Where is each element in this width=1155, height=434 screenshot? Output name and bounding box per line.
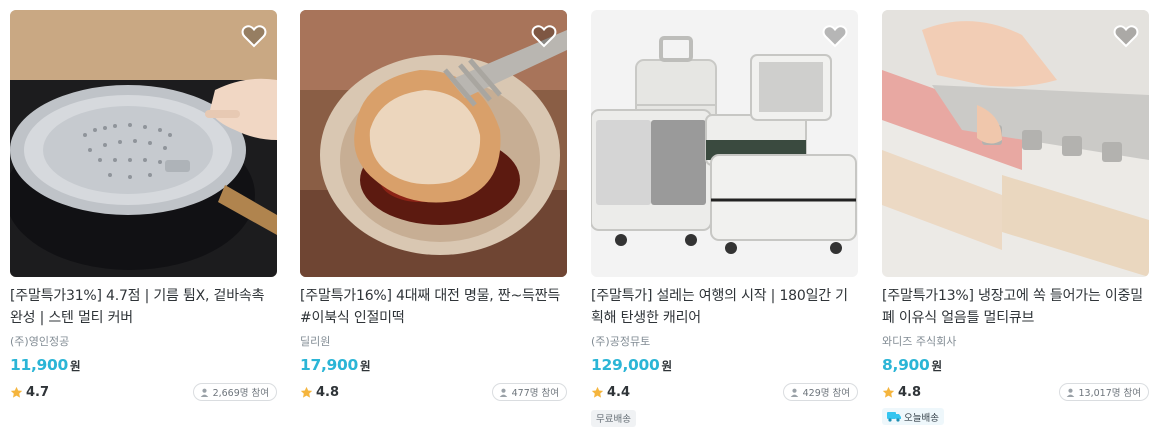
star-icon <box>10 386 23 399</box>
product-title[interactable]: [주말특가16%] 4대째 대전 명물, 짠~득짠득 #이북식 인절미떡 <box>300 285 567 329</box>
product-price: 11,900 <box>10 356 69 374</box>
rating-score: 4.8 <box>898 384 922 400</box>
product-image[interactable] <box>300 10 567 277</box>
currency-label: 원 <box>931 359 943 373</box>
product-card[interactable]: [주말특가13%] 냉장고에 쏙 들어가는 이중밀폐 이유식 얼음틀 멀티큐브 … <box>882 10 1149 425</box>
participants-count: 13,017명 참여 <box>1078 388 1141 399</box>
today-delivery-badge: 오늘배송 <box>882 408 944 425</box>
product-grid: [주말특가31%] 4.7점 | 기름 튐X, 겉바속촉 완성 | 스텐 멀티 … <box>0 0 1155 434</box>
participants-badge: 429명 참여 <box>782 383 858 401</box>
product-price: 17,900 <box>300 356 359 374</box>
rating-score: 4.7 <box>26 384 50 400</box>
rating-score: 4.4 <box>607 384 631 400</box>
truck-icon <box>887 411 901 422</box>
price-row: 11,900 원 <box>10 356 277 378</box>
product-price: 129,000 <box>591 356 660 374</box>
participants-badge: 2,669명 참여 <box>192 383 277 401</box>
product-image[interactable] <box>882 10 1149 277</box>
rating-row: 4.8 477명 참여 <box>300 382 567 402</box>
product-image[interactable] <box>10 10 277 277</box>
product-title[interactable]: [주말특가31%] 4.7점 | 기름 튐X, 겉바속촉 완성 | 스텐 멀티 … <box>10 285 277 329</box>
ice-cube-tray-photo <box>882 10 1149 277</box>
heart-icon[interactable] <box>531 24 557 48</box>
participants-count: 477명 참여 <box>511 388 559 399</box>
price-row: 8,900 원 <box>882 356 1149 378</box>
star-icon <box>300 386 313 399</box>
price-row: 129,000 원 <box>591 356 858 378</box>
rating-row: 4.8 13,017명 참여 <box>882 382 1149 402</box>
heart-icon[interactable] <box>241 24 267 48</box>
participants-badge: 13,017명 참여 <box>1058 383 1149 401</box>
suitcase-set-photo <box>591 10 858 277</box>
heart-icon[interactable] <box>822 24 848 48</box>
product-price: 8,900 <box>882 356 930 374</box>
product-brand: (주)영인정공 <box>10 335 70 348</box>
product-brand: (주)공정뮤토 <box>591 335 651 348</box>
product-brand: 와디즈 주식회사 <box>882 335 957 348</box>
product-image[interactable] <box>591 10 858 277</box>
participants-count: 429명 참여 <box>802 388 850 399</box>
today-delivery-label: 오늘배송 <box>904 412 939 424</box>
injeolmi-rice-cake-photo <box>300 10 567 277</box>
person-icon <box>499 388 508 397</box>
product-title[interactable]: [주말특가] 설레는 여행의 시작 | 180일간 기획해 탄생한 캐리어 <box>591 285 858 329</box>
rating-row: 4.4 429명 참여 <box>591 382 858 402</box>
product-card[interactable]: [주말특가31%] 4.7점 | 기름 튐X, 겉바속촉 완성 | 스텐 멀티 … <box>10 10 277 402</box>
product-brand: 딜리원 <box>300 335 331 348</box>
star-icon <box>882 386 895 399</box>
heart-icon[interactable] <box>1113 24 1139 48</box>
participants-count: 2,669명 참여 <box>212 388 269 399</box>
currency-label: 원 <box>360 359 371 373</box>
badge-row: 무료배송 <box>591 407 858 427</box>
currency-label: 원 <box>70 359 81 373</box>
product-card[interactable]: [주말특가16%] 4대째 대전 명물, 짠~득짠득 #이북식 인절미떡 딜리원… <box>300 10 567 402</box>
rating-row: 4.7 2,669명 참여 <box>10 382 277 402</box>
participants-badge: 477명 참여 <box>491 383 567 401</box>
currency-label: 원 <box>661 359 673 373</box>
badge-row: 오늘배송 <box>882 407 1149 425</box>
product-title[interactable]: [주말특가13%] 냉장고에 쏙 들어가는 이중밀폐 이유식 얼음틀 멀티큐브 <box>882 285 1149 329</box>
person-icon <box>200 388 209 397</box>
person-icon <box>1066 388 1075 397</box>
person-icon <box>790 388 799 397</box>
free-shipping-badge: 무료배송 <box>591 409 636 427</box>
star-icon <box>591 386 604 399</box>
stainless-pan-cover-photo <box>10 10 277 277</box>
product-card[interactable]: [주말특가] 설레는 여행의 시작 | 180일간 기획해 탄생한 캐리어 (주… <box>591 10 858 427</box>
price-row: 17,900 원 <box>300 356 567 378</box>
rating-score: 4.8 <box>316 384 340 400</box>
